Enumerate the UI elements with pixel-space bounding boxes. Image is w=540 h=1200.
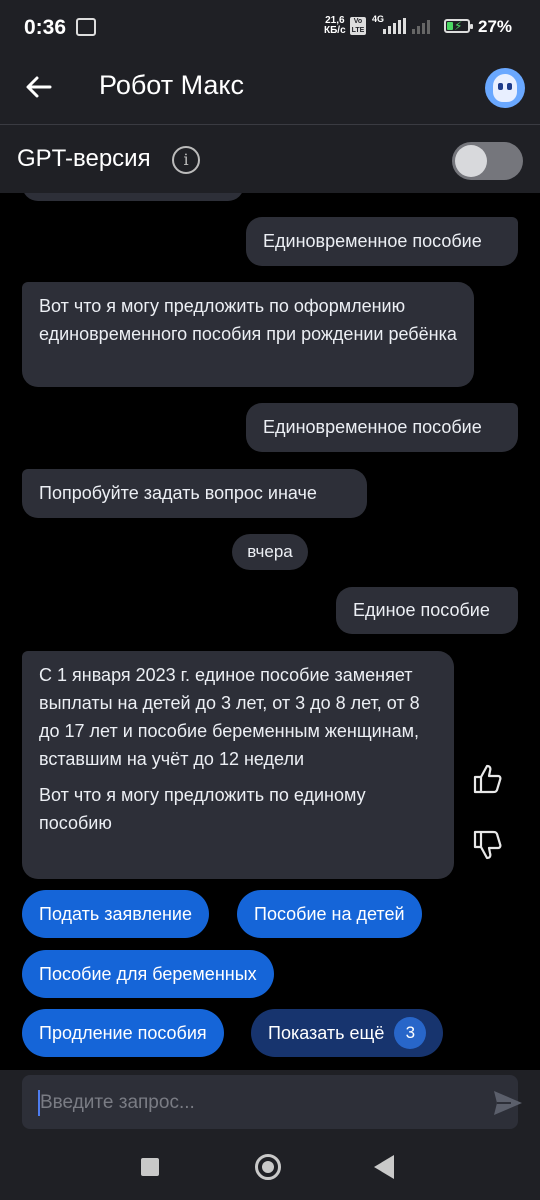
signal-sim2-icon	[412, 18, 430, 34]
message-bubble-partial	[22, 193, 244, 201]
bot-message-paragraph: С 1 января 2023 г. единое пособие заменя…	[39, 665, 420, 769]
robot-avatar-icon[interactable]	[485, 68, 525, 108]
show-more-count-badge: 3	[394, 1017, 427, 1049]
date-separator: вчера	[232, 534, 308, 570]
user-message: Единовременное пособие	[246, 403, 518, 452]
recents-icon[interactable]	[141, 1158, 159, 1176]
status-bar: 0:36 21,6 КБ/с Vo LTE 4G ⚡ 27%	[0, 0, 540, 56]
gpt-version-toggle[interactable]	[452, 142, 523, 180]
quick-reply-extend-benefit[interactable]: Продление пособия	[22, 1009, 224, 1057]
status-time: 0:36	[24, 16, 67, 39]
quick-reply-pregnancy-benefit[interactable]: Пособие для беременных	[22, 950, 274, 998]
bot-message-text: Вот что я могу предложить по оформлению …	[39, 296, 457, 344]
volte-icon: Vo LTE	[350, 17, 366, 35]
user-message-text: Единовременное пособие	[263, 231, 482, 251]
show-more-label: Показать ещё	[268, 1023, 385, 1043]
gpt-version-label: GPT-версия	[17, 145, 151, 172]
bot-message-text: Попробуйте задать вопрос иначе	[39, 483, 317, 503]
charging-icon: ⚡	[454, 19, 463, 33]
bot-message: Вот что я могу предложить по оформлению …	[22, 282, 474, 387]
app-bar: Робот Макс	[0, 56, 540, 125]
battery-icon: ⚡	[444, 19, 473, 33]
query-input[interactable]	[38, 1075, 462, 1131]
input-bar	[0, 1070, 540, 1136]
mail-notification-icon	[76, 18, 96, 36]
gpt-version-bar: GPT-версия i	[0, 125, 540, 193]
chat-area[interactable]: Единовременное пособие Вот что я могу пр…	[0, 193, 540, 1070]
page-title: Робот Макс	[99, 70, 245, 100]
show-more-button[interactable]: Показать ещё 3	[251, 1009, 444, 1057]
battery-percent: 27%	[478, 17, 513, 36]
user-message-text: Единовременное пособие	[263, 417, 482, 437]
bot-message-paragraph: Вот что я могу предложить по единому пос…	[39, 785, 366, 833]
quick-reply-child-benefit[interactable]: Пособие на детей	[237, 890, 422, 938]
volte-bottom-label: LTE	[351, 27, 365, 34]
text-cursor	[38, 1090, 40, 1116]
network-speed-unit: КБ/с	[324, 25, 346, 36]
network-speed: 21,6 КБ/с	[324, 16, 346, 36]
home-icon[interactable]	[255, 1154, 281, 1180]
toggle-knob	[455, 145, 487, 177]
back-arrow-icon[interactable]	[24, 72, 54, 102]
user-message: Единовременное пособие	[246, 217, 518, 266]
bot-message: С 1 января 2023 г. единое пособие заменя…	[22, 651, 454, 879]
user-message: Единое пособие	[336, 587, 518, 634]
bot-message: Попробуйте задать вопрос иначе	[22, 469, 367, 518]
query-input-container	[22, 1075, 522, 1131]
info-icon[interactable]: i	[172, 146, 200, 174]
user-message-text: Единое пособие	[353, 600, 490, 620]
thumbs-down-icon[interactable]	[472, 829, 502, 861]
quick-reply-submit-application[interactable]: Подать заявление	[22, 890, 209, 938]
thumbs-up-icon[interactable]	[472, 763, 502, 795]
nav-back-icon[interactable]	[374, 1155, 394, 1179]
system-nav-bar	[0, 1136, 540, 1200]
signal-strength-icon	[383, 18, 406, 34]
battery-fill	[447, 22, 453, 30]
volte-top-label: Vo	[353, 18, 363, 25]
send-icon[interactable]	[492, 1089, 524, 1117]
